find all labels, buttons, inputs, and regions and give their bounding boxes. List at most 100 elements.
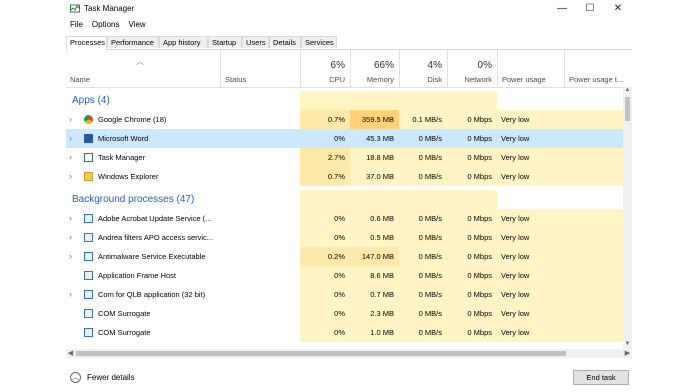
process-row[interactable]: COM Surrogate 0% 1.0 MB 0 MB/s 0 Mbps Very lo… (66, 323, 623, 342)
end-task-button[interactable]: End task (573, 370, 629, 385)
power-usage-value: Very low (497, 247, 564, 266)
power-usage-value: Very low (497, 209, 564, 228)
app-row[interactable]: › Task Manager 2.7% 18.8 MB 0 MB/s 0 Mbps Very… (66, 148, 623, 167)
process-row[interactable]: COM Surrogate 0% 2.3 MB 0 MB/s 0 Mbps Very lo… (66, 304, 623, 323)
tab-services[interactable]: Services (301, 36, 337, 48)
disk-total: 4% (427, 60, 442, 71)
power-usage-value: Very low (497, 304, 564, 323)
maximize-button[interactable]: ☐ (576, 0, 604, 18)
scroll-up-icon[interactable]: ▲ (623, 87, 632, 95)
memory-value: 1.0 MB (350, 323, 399, 342)
chevron-right-icon[interactable]: › (69, 209, 72, 228)
column-memory[interactable]: 66% Memory (350, 50, 399, 87)
menu-file[interactable]: File (70, 19, 83, 31)
app-row[interactable]: › Windows Explorer 0.7% 37.0 MB 0 MB/s 0 Mbps… (66, 167, 623, 186)
menu-bar: File Options View (66, 19, 632, 31)
tab-processes[interactable]: Processes (66, 36, 107, 50)
service-icon (84, 328, 93, 337)
network-value: 0 Mbps (447, 304, 497, 323)
process-row[interactable]: › Antimalware Service Executable 0.2% 147.0… (66, 247, 623, 266)
process-name: Antimalware Service Executable (98, 252, 206, 261)
service-icon (84, 271, 93, 280)
chrome-icon (84, 115, 93, 124)
network-value: 0 Mbps (447, 110, 497, 129)
process-name: Task Manager (98, 153, 146, 162)
column-power-usage-trend[interactable]: Power usage t... (564, 50, 632, 87)
process-row[interactable]: › Adobe Acrobat Update Service (... 0% 0.6 … (66, 209, 623, 228)
chevron-right-icon[interactable]: › (69, 129, 72, 148)
process-row[interactable]: Application Frame Host 0% 8.6 MB 0 MB/s 0 Mb… (66, 266, 623, 285)
tab-users[interactable]: Users (242, 36, 269, 48)
close-button[interactable]: ✕ (604, 0, 632, 18)
column-header: ︿ Name Status 6% CPU 66% Memory 4% Disk … (66, 50, 632, 88)
heat-cell (399, 190, 447, 209)
network-value: 0 Mbps (447, 266, 497, 285)
power-trend-value (564, 285, 623, 304)
cpu-value: 0% (300, 129, 350, 148)
power-trend-value (564, 247, 623, 266)
chevron-right-icon[interactable]: › (69, 247, 72, 266)
memory-total: 66% (373, 60, 394, 71)
power-trend-value (564, 110, 623, 129)
scroll-down-icon[interactable]: ▼ (623, 341, 632, 349)
network-value: 0 Mbps (447, 228, 497, 247)
service-icon (84, 233, 93, 242)
tab-startup[interactable]: Startup (208, 36, 242, 48)
column-power-usage[interactable]: Power usage (497, 50, 564, 87)
service-icon (84, 214, 93, 223)
chevron-right-icon[interactable]: › (69, 110, 72, 129)
apps-section-header: Apps (4) (72, 95, 110, 106)
column-network[interactable]: 0% Network (447, 50, 497, 87)
cpu-value: 0% (300, 323, 350, 342)
network-value: 0 Mbps (447, 209, 497, 228)
column-cpu[interactable]: 6% CPU (300, 50, 350, 87)
process-name: Google Chrome (18) (98, 115, 167, 124)
memory-value: 37.0 MB (350, 167, 399, 186)
column-name[interactable]: Name (66, 50, 220, 87)
vertical-scrollbar[interactable]: ▲ ▼ (623, 87, 632, 349)
cpu-value: 0.7% (300, 110, 350, 129)
power-usage-value: Very low (497, 110, 564, 129)
horizontal-scrollbar[interactable]: ◀ ▶ (66, 349, 632, 358)
process-name: Andrea filters APO access servic... (98, 233, 214, 242)
heat-cell (350, 91, 399, 110)
chevron-right-icon[interactable]: › (69, 148, 72, 167)
taskmgr-icon (84, 153, 93, 162)
tab-app-history[interactable]: App history (159, 36, 208, 48)
vertical-scroll-thumb[interactable] (625, 97, 630, 121)
horizontal-scroll-thumb[interactable] (76, 351, 566, 356)
network-value: 0 Mbps (447, 323, 497, 342)
process-row[interactable]: › Andrea filters APO access servic... 0% 0.… (66, 228, 623, 247)
app-row[interactable]: › Microsoft Word 0% 45.3 MB 0 MB/s 0 Mbps Very… (66, 129, 623, 148)
chevron-right-icon[interactable]: › (69, 285, 72, 304)
disk-value: 0 MB/s (399, 228, 447, 247)
app-row[interactable]: › Google Chrome (18) 0.7% 359.5 MB 0.1 MB/s 0… (66, 110, 623, 129)
chevron-right-icon[interactable]: › (69, 167, 72, 186)
column-status[interactable]: Status (220, 50, 300, 87)
word-icon (84, 134, 93, 143)
process-row[interactable]: › Com for QLB application (32 bit) 0% 0.7 M… (66, 285, 623, 304)
column-disk[interactable]: 4% Disk (399, 50, 447, 87)
scroll-left-icon[interactable]: ◀ (66, 349, 75, 358)
tab-performance[interactable]: Performance (107, 36, 159, 48)
menu-view[interactable]: View (128, 19, 145, 31)
chevron-up-icon[interactable]: ︿ (70, 372, 81, 383)
minimize-button[interactable]: — (548, 0, 576, 18)
memory-value: 0.6 MB (350, 209, 399, 228)
disk-value: 0 MB/s (399, 129, 447, 148)
cpu-value: 0% (300, 209, 350, 228)
process-name: Windows Explorer (98, 172, 159, 181)
fewer-details-link[interactable]: Fewer details (87, 373, 135, 382)
task-manager-icon (70, 4, 80, 13)
scroll-right-icon[interactable]: ▶ (623, 349, 632, 358)
network-value: 0 Mbps (447, 167, 497, 186)
memory-value: 2.3 MB (350, 304, 399, 323)
process-name: Com for QLB application (32 bit) (98, 290, 206, 299)
menu-options[interactable]: Options (92, 19, 120, 31)
chevron-right-icon[interactable]: › (69, 228, 72, 247)
power-usage-value: Very low (497, 129, 564, 148)
memory-value: 18.8 MB (350, 148, 399, 167)
memory-value: 8.6 MB (350, 266, 399, 285)
power-trend-value (564, 266, 623, 285)
tab-details[interactable]: Details (269, 36, 301, 48)
